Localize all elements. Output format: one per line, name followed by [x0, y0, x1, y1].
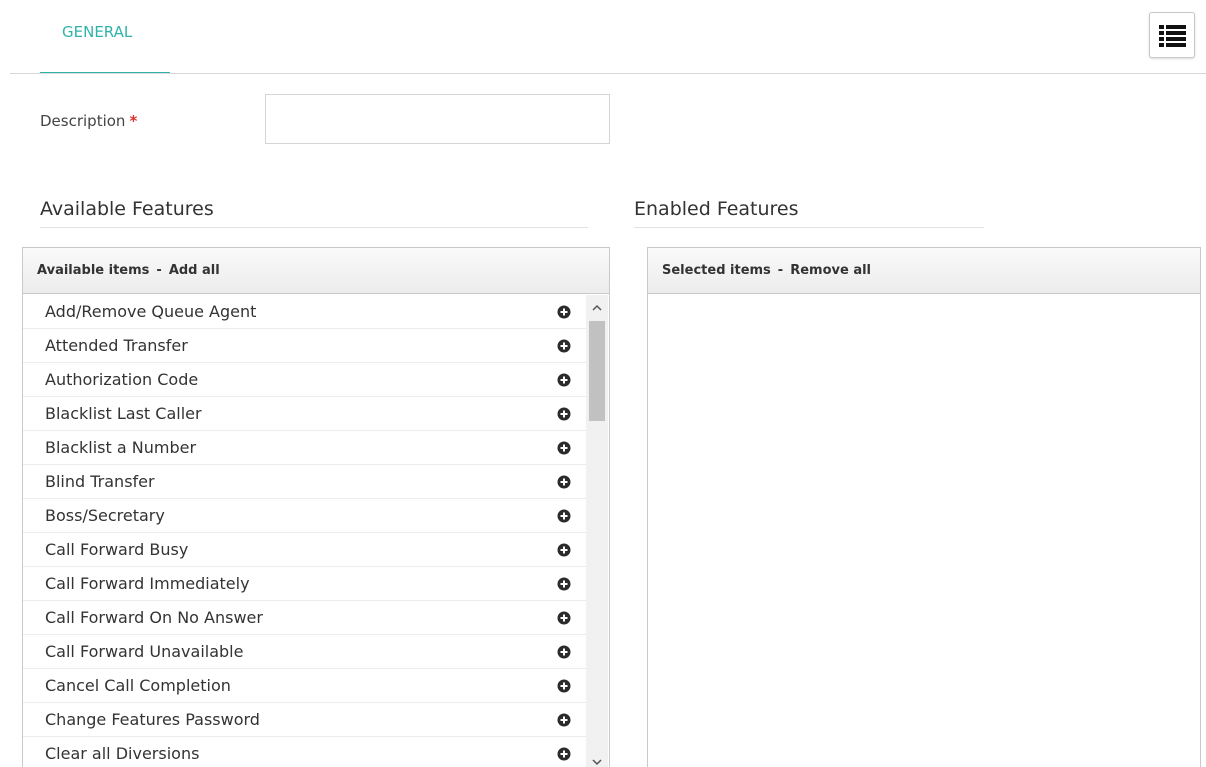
plus-circle-icon[interactable] [557, 611, 571, 625]
list-menu-button[interactable] [1149, 12, 1195, 58]
available-items-panel: Available items - Add all Add/Remove Queue… [22, 247, 610, 767]
plus-circle-icon[interactable] [557, 441, 571, 455]
plus-circle-icon[interactable] [557, 305, 571, 319]
list-item[interactable]: Clear all Diversions [23, 737, 586, 767]
plus-circle-icon[interactable] [557, 577, 571, 591]
list-item-label: Cancel Call Completion [45, 676, 231, 695]
list-item-label: Attended Transfer [45, 336, 188, 355]
list-icon [1159, 25, 1186, 47]
available-items-header: Available items - Add all [23, 248, 609, 294]
list-item[interactable]: Cancel Call Completion [23, 669, 586, 703]
add-all-link[interactable]: Add all [169, 263, 220, 278]
list-item[interactable]: Blacklist a Number [23, 431, 586, 465]
list-item[interactable]: Change Features Password [23, 703, 586, 737]
list-item-label: Blacklist a Number [45, 438, 197, 457]
tab-general-label: GENERAL [62, 23, 133, 41]
scrollbar-thumb[interactable] [589, 321, 605, 421]
plus-circle-icon[interactable] [557, 543, 571, 557]
list-item-label: Change Features Password [45, 710, 260, 729]
enabled-features-title: Enabled Features [634, 198, 799, 220]
list-item[interactable]: Call Forward Immediately [23, 567, 586, 601]
description-label: Description * [40, 112, 137, 130]
tab-divider [10, 73, 1206, 74]
list-item[interactable]: Authorization Code [23, 363, 586, 397]
plus-circle-icon[interactable] [557, 645, 571, 659]
list-item-label: Blind Transfer [45, 472, 155, 491]
selected-items-header: Selected items - Remove all [648, 248, 1200, 294]
description-input[interactable] [265, 94, 610, 144]
list-item-label: Authorization Code [45, 370, 199, 389]
available-list-scrollbar[interactable] [586, 295, 608, 767]
plus-circle-icon[interactable] [557, 407, 571, 421]
available-features-title: Available Features [40, 198, 214, 220]
available-features-underline [40, 227, 588, 228]
list-item[interactable]: Add/Remove Queue Agent [23, 295, 586, 329]
plus-circle-icon[interactable] [557, 713, 571, 727]
plus-circle-icon[interactable] [557, 373, 571, 387]
list-item-label: Boss/Secretary [45, 506, 165, 525]
tab-bar: GENERAL [0, 0, 1206, 74]
header-separator: - [156, 263, 162, 278]
list-item[interactable]: Call Forward Unavailable [23, 635, 586, 669]
list-item[interactable]: Attended Transfer [23, 329, 586, 363]
selected-items-list [648, 295, 1200, 767]
plus-circle-icon[interactable] [557, 475, 571, 489]
tab-general[interactable]: GENERAL [40, 0, 170, 74]
plus-circle-icon[interactable] [557, 509, 571, 523]
list-item[interactable]: Blind Transfer [23, 465, 586, 499]
required-mark: * [129, 112, 138, 130]
list-item-label: Call Forward On No Answer [45, 608, 263, 627]
selected-items-panel: Selected items - Remove all [647, 247, 1201, 767]
plus-circle-icon[interactable] [557, 747, 571, 761]
list-item[interactable]: Blacklist Last Caller [23, 397, 586, 431]
list-item[interactable]: Call Forward Busy [23, 533, 586, 567]
available-items-list: Add/Remove Queue Agent Attended Transfer A… [23, 295, 586, 767]
enabled-features-underline [634, 227, 984, 228]
selected-items-label: Selected items [662, 263, 771, 278]
list-item-label: Add/Remove Queue Agent [45, 302, 257, 321]
list-item-label: Call Forward Immediately [45, 574, 250, 593]
plus-circle-icon[interactable] [557, 679, 571, 693]
list-item-label: Blacklist Last Caller [45, 404, 202, 423]
plus-circle-icon[interactable] [557, 339, 571, 353]
scroll-down-arrow-icon[interactable] [586, 755, 608, 767]
available-items-label: Available items [37, 263, 150, 278]
description-label-text: Description [40, 112, 126, 130]
list-item[interactable]: Call Forward On No Answer [23, 601, 586, 635]
list-item-label: Call Forward Unavailable [45, 642, 244, 661]
list-item-label: Call Forward Busy [45, 540, 189, 559]
list-item-label: Clear all Diversions [45, 744, 200, 763]
header-separator: - [777, 263, 784, 278]
list-item[interactable]: Boss/Secretary [23, 499, 586, 533]
remove-all-link[interactable]: Remove all [790, 263, 871, 278]
scroll-up-arrow-icon[interactable] [586, 301, 608, 315]
